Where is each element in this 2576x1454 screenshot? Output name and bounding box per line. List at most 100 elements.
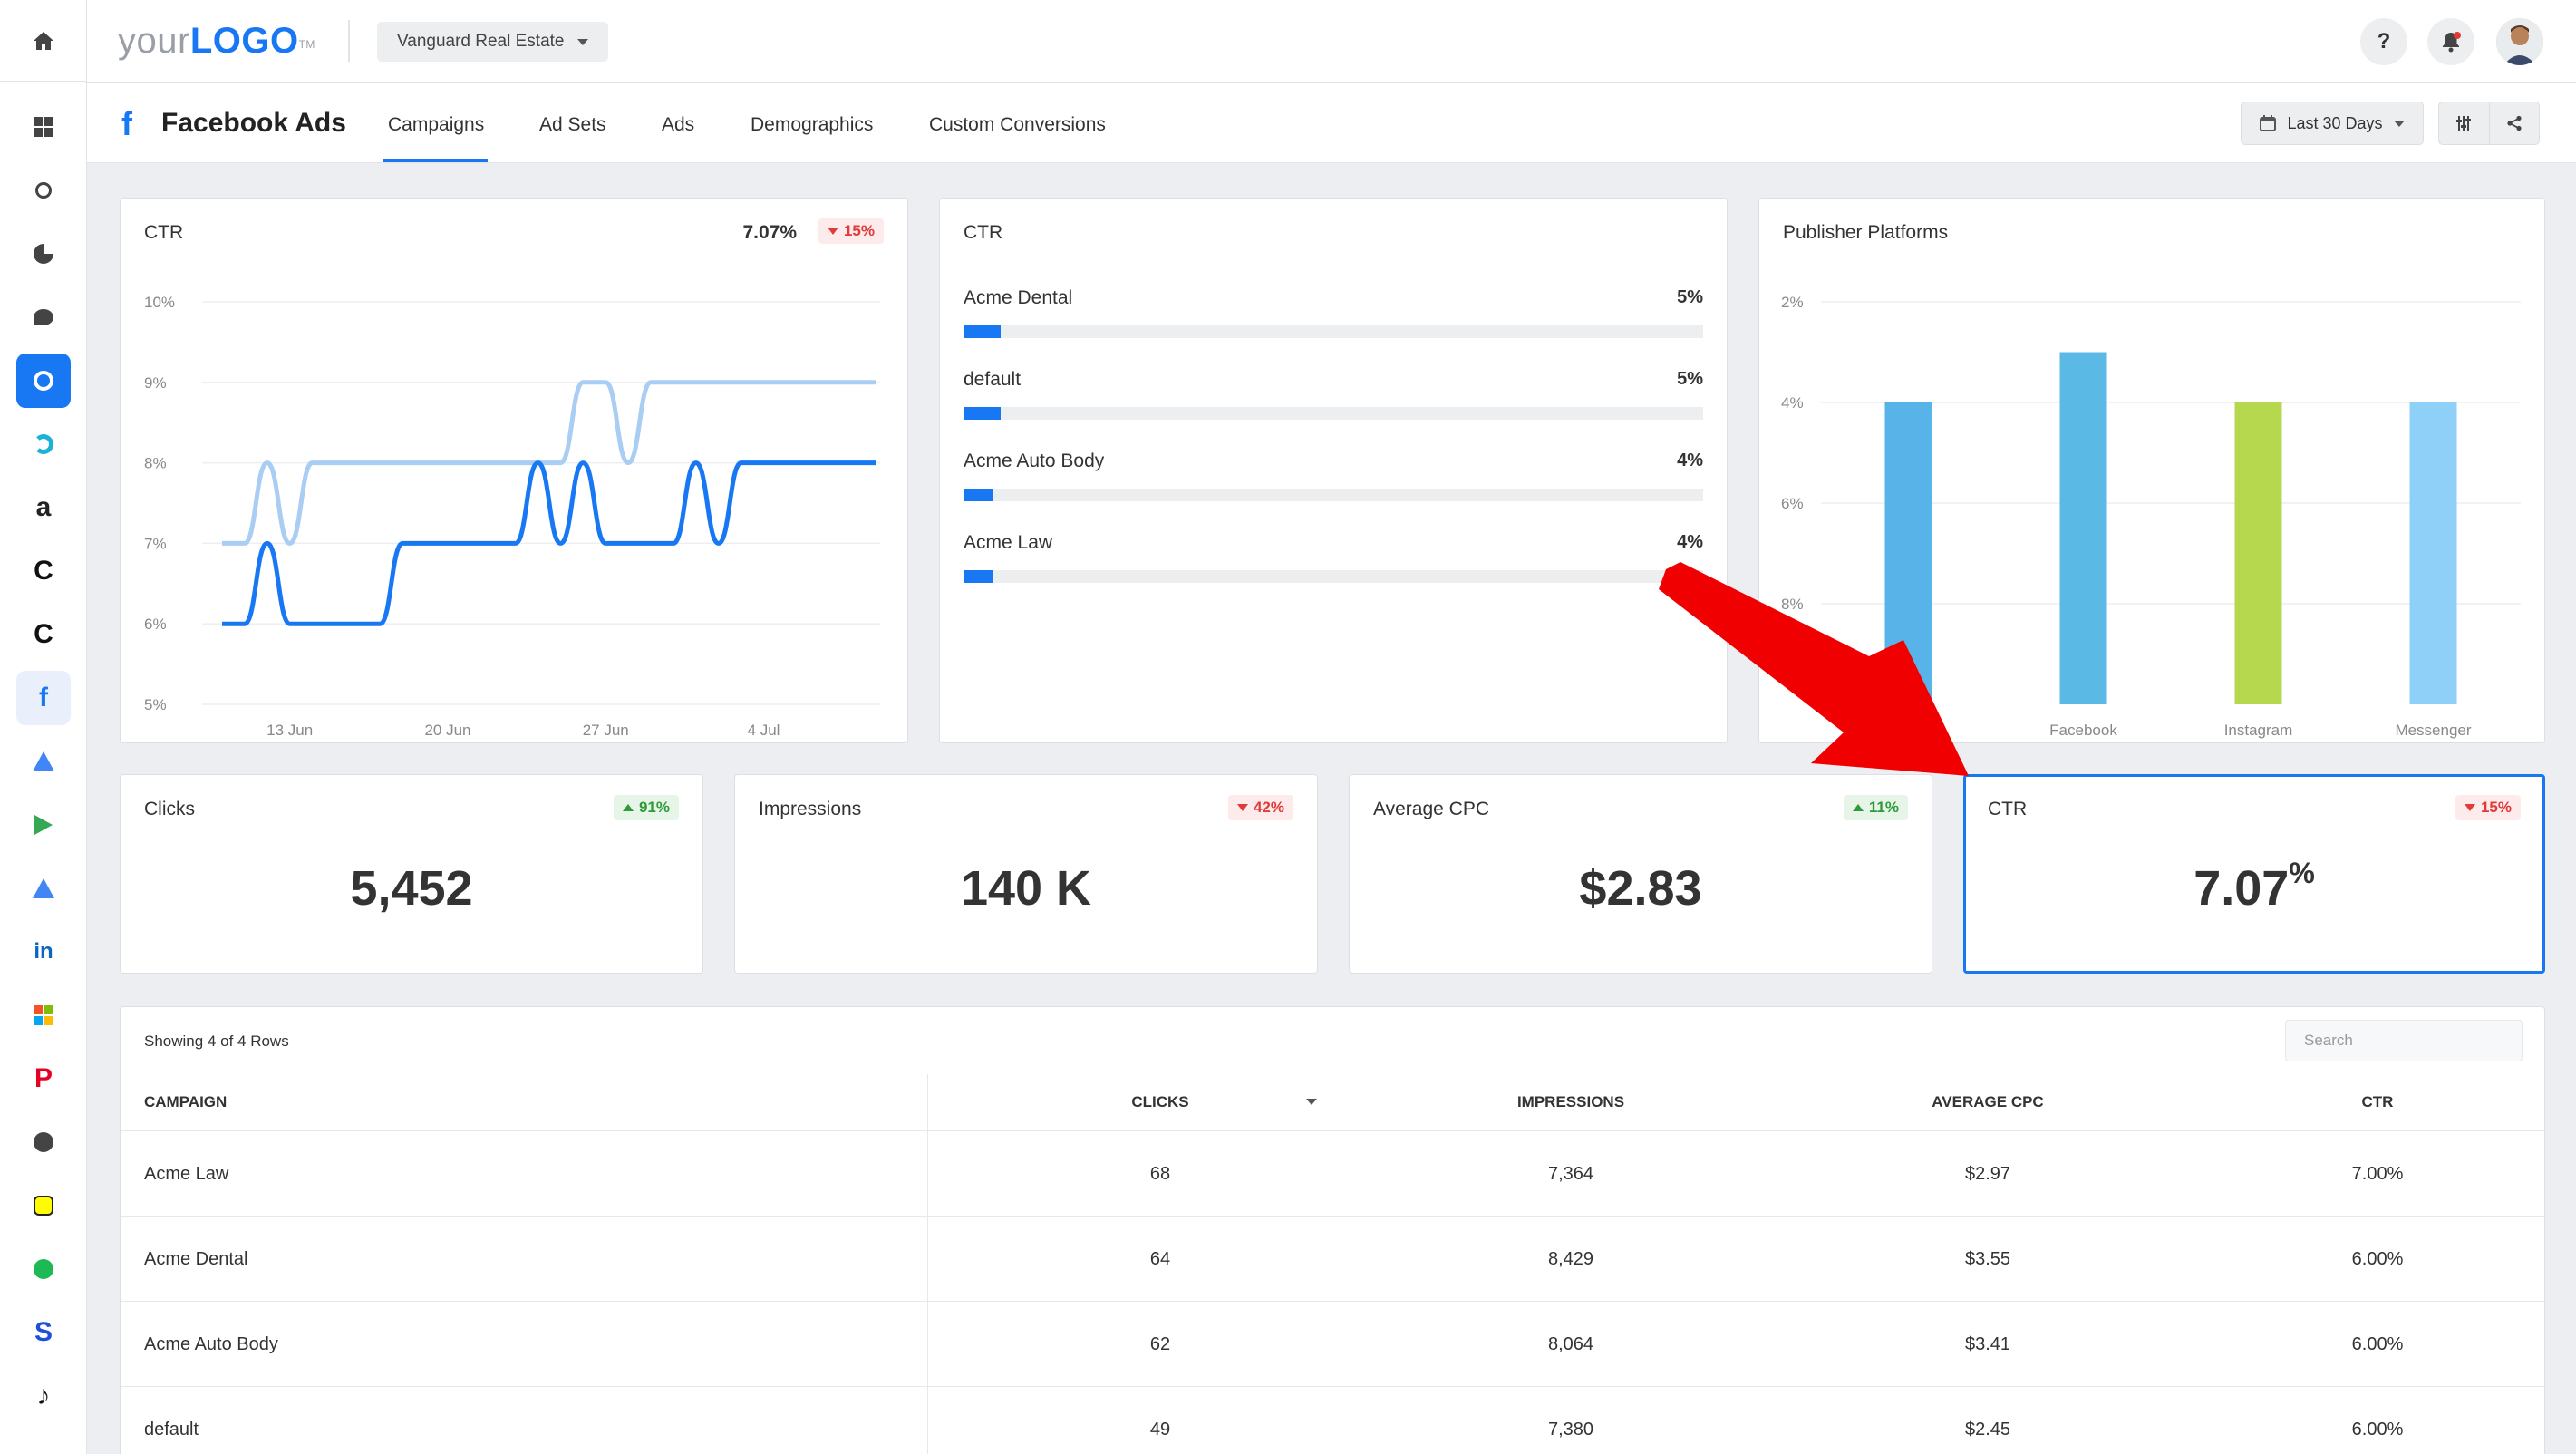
facebook-icon: f <box>121 105 132 142</box>
sidebar-item-amazon[interactable]: a <box>16 480 71 535</box>
tab-demographics[interactable]: Demographics <box>751 114 873 136</box>
sort-desc-icon[interactable] <box>1306 1099 1317 1105</box>
tab-custom-conversions[interactable]: Custom Conversions <box>929 114 1106 136</box>
customize-button[interactable] <box>2439 102 2490 144</box>
sidebar-item-stackadapt[interactable]: S <box>16 1305 71 1360</box>
ctr-line-chart-card: CTR 7.07% 15% 5% 6% 7% 8% 9% 10% 13 Jun 20 Jun 2… <box>120 198 908 743</box>
y-tick-label: 8% <box>144 455 167 472</box>
callrail-icon <box>34 434 53 454</box>
x-tick-label: Messenger <box>2395 722 2471 739</box>
campaign-table-card: Showing 4 of 4 Rows Search Campaign Clic… <box>120 1006 2546 1454</box>
bar-instagram[interactable] <box>2234 402 2282 704</box>
table-cell-clicks: 64 <box>1149 1249 1171 1269</box>
annotation-arrow <box>1659 562 1969 776</box>
sidebar-item-reddit[interactable] <box>16 1115 71 1169</box>
column-header-clicks[interactable]: Clicks <box>1101 1074 1219 1130</box>
kpi-value: 140 K <box>960 861 1092 916</box>
bar-facebook[interactable] <box>2059 352 2107 705</box>
rows-info: Showing 4 of 4 Rows <box>144 1032 289 1050</box>
table-cell-campaign: default <box>144 1420 199 1439</box>
column-header-ctr[interactable]: CTR <box>2323 1074 2432 1130</box>
arrow-down-icon <box>827 228 838 235</box>
c-integration-icon: C <box>34 556 53 586</box>
kpi-title: Average CPC <box>1373 799 1490 819</box>
bar-fill <box>964 325 1001 338</box>
kpi-card-ctr[interactable]: CTR 15% 7.07% <box>1963 774 2545 974</box>
bar-messenger[interactable] <box>2409 402 2457 704</box>
snapchat-icon <box>34 1196 53 1216</box>
sidebar-item-linkedin[interactable]: in <box>16 925 71 979</box>
change-value: 11% <box>1868 799 1899 816</box>
chevron-down-icon <box>2393 120 2405 127</box>
y-tick-label: 7% <box>144 535 167 552</box>
home-button[interactable] <box>0 0 87 82</box>
sidebar-item-facebook[interactable]: f <box>16 671 71 725</box>
notifications-button[interactable] <box>2427 18 2474 65</box>
sidebar-item-search[interactable] <box>16 163 71 218</box>
campaign-bar-row: default 5% <box>964 369 1703 423</box>
sidebar-item-pie-chart[interactable] <box>16 227 71 281</box>
sidebar-item-google-ads[interactable] <box>16 734 71 789</box>
chevron-down-icon <box>576 38 588 45</box>
column-header-impressions[interactable]: Impressions <box>1480 1074 1661 1130</box>
card-title: CTR <box>144 222 184 243</box>
sidebar-item-c-integration[interactable]: C <box>16 544 71 598</box>
sidebar-item-pinterest[interactable]: P <box>16 1052 71 1106</box>
date-range-button[interactable]: Last 30 Days <box>2241 102 2424 145</box>
change-value: 91% <box>638 799 670 816</box>
bar-track <box>964 325 1703 338</box>
sidebar-item-chat[interactable] <box>16 290 71 344</box>
search-input[interactable]: Search <box>2285 1020 2523 1061</box>
sidebar-item-google-ads[interactable] <box>16 861 71 916</box>
table-row[interactable]: Acme Law 68 7,364 $2.97 7.00% <box>121 1130 2546 1216</box>
account-selector[interactable]: Vanguard Real Estate <box>377 22 608 62</box>
avatar[interactable] <box>2496 18 2543 65</box>
dashboard-icon <box>34 117 53 137</box>
help-button[interactable]: ? <box>2360 18 2407 65</box>
card-title: Publisher Platforms <box>1783 222 1949 243</box>
campaign-label: Acme Law <box>964 532 1053 553</box>
x-tick-label: 4 Jul <box>748 722 780 739</box>
x-tick-label: 13 Jun <box>266 722 313 739</box>
kpi-number: 7.07 <box>2193 861 2290 916</box>
sidebar-item-dashboard[interactable] <box>16 100 71 154</box>
sidebar-item-callrail[interactable] <box>16 417 71 471</box>
table-row[interactable]: default 49 7,380 $2.45 6.00% <box>121 1386 2546 1454</box>
sidebar-item-active-integration[interactable] <box>16 354 71 408</box>
campaign-ctr-value: 4% <box>1677 532 1703 552</box>
column-header-average-cpc[interactable]: Average CPC <box>1879 1074 2097 1130</box>
table-row[interactable]: Acme Dental 64 8,429 $3.55 6.00% <box>121 1216 2546 1301</box>
change-value: 42% <box>1253 799 1284 816</box>
sidebar-item-google-play[interactable] <box>16 798 71 852</box>
kpi-card-clicks: Clicks 91% 5,452 <box>120 774 703 974</box>
sidebar-item-tiktok[interactable]: ♪ <box>16 1369 71 1423</box>
pie-chart-icon <box>34 244 53 264</box>
table-row[interactable]: Acme Auto Body 62 8,064 $3.41 6.00% <box>121 1301 2546 1386</box>
bar-track <box>964 570 1703 583</box>
search-icon <box>35 182 52 199</box>
campaign-label: default <box>964 369 1022 390</box>
brand-logo[interactable]: yourLOGOTM <box>118 18 315 63</box>
x-tick-label: Instagram <box>2224 722 2293 739</box>
stackadapt-icon: S <box>34 1317 53 1347</box>
share-button[interactable] <box>2490 102 2540 144</box>
change-badge: 15% <box>818 218 884 244</box>
table-cell-impressions: 8,064 <box>1547 1334 1594 1354</box>
change-value: 15% <box>2480 799 2512 816</box>
sidebar-item-microsoft[interactable] <box>16 988 71 1042</box>
kpi-unit: % <box>2289 857 2315 889</box>
google-play-icon <box>34 815 53 835</box>
campaign-ctr-value: 5% <box>1677 287 1703 307</box>
column-header-campaign[interactable]: Campaign <box>144 1074 227 1130</box>
tab-campaigns[interactable]: Campaigns <box>388 114 484 136</box>
tab-ad-sets[interactable]: Ad Sets <box>539 114 606 136</box>
change-badge: 42% <box>1227 795 1293 820</box>
facebook-icon: f <box>39 683 48 712</box>
tab-ads[interactable]: Ads <box>662 114 694 136</box>
y-tick-label: 6% <box>1781 495 1804 512</box>
sidebar-item-spotify[interactable] <box>16 1242 71 1296</box>
sidebar-item-snapchat[interactable] <box>16 1178 71 1233</box>
sidebar-item-c-integration[interactable]: C <box>16 607 71 662</box>
table-cell-ctr: 6.00% <box>2351 1249 2404 1269</box>
table-cell-average-cpc: $3.41 <box>1964 1334 2011 1354</box>
